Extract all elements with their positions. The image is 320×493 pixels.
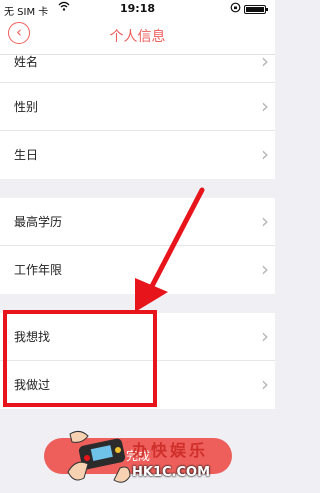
watermark-brand: 办快娱乐 xyxy=(132,441,209,460)
annotation-arrow-icon xyxy=(135,187,205,312)
watermark-gamepad-icon xyxy=(67,430,131,483)
watermark-site: HK1C.COM xyxy=(132,465,211,480)
